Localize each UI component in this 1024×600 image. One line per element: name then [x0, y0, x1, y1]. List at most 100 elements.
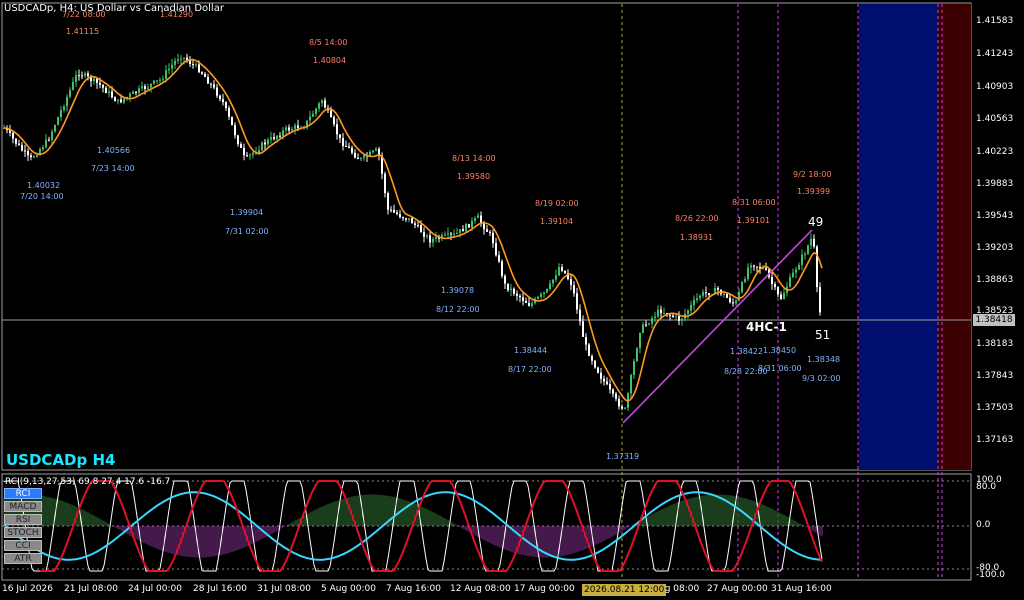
- high-date-label: 9/2 18:00: [793, 170, 832, 179]
- candle-body: [249, 154, 251, 156]
- high-price-label: 1.39104: [540, 217, 574, 226]
- candle-body: [549, 283, 551, 289]
- candle-body: [465, 223, 467, 232]
- candle-body: [705, 292, 707, 294]
- time-axis-label: 17 Aug 00:00: [514, 584, 575, 594]
- candle-body: [687, 310, 689, 314]
- candle-body: [183, 57, 185, 59]
- candle-body: [816, 246, 818, 288]
- candle-body: [663, 313, 665, 315]
- candle-body: [402, 217, 404, 219]
- stoch-button[interactable]: STOCH: [4, 527, 42, 538]
- candle-body: [309, 116, 311, 121]
- candle-body: [732, 302, 734, 304]
- candle-body: [453, 233, 455, 235]
- cci-button[interactable]: CCI: [4, 540, 42, 551]
- candle-body: [258, 150, 260, 153]
- candle-body: [36, 155, 38, 157]
- candle-body: [471, 220, 473, 228]
- low-price-label: 1.37319: [606, 452, 640, 461]
- candle-body: [702, 292, 704, 296]
- candle-body: [390, 209, 392, 211]
- candle-body: [207, 76, 209, 84]
- candle-body: [339, 134, 341, 139]
- candle-body: [594, 360, 596, 368]
- candle-body: [417, 224, 419, 226]
- candle-body: [225, 102, 227, 108]
- candle-body: [144, 86, 146, 89]
- candle-body: [495, 243, 497, 256]
- candle-body: [330, 110, 332, 118]
- candle-body: [156, 80, 158, 82]
- candle-body: [192, 64, 194, 66]
- candle-body: [780, 294, 782, 299]
- candle-body: [12, 132, 14, 139]
- candle-body: [237, 135, 239, 145]
- rci-button[interactable]: RCI: [4, 488, 42, 499]
- candle-body: [375, 148, 377, 151]
- candle-body: [576, 293, 578, 310]
- candle-body: [558, 267, 560, 276]
- chart-canvas[interactable]: [0, 0, 1024, 600]
- candle-body: [33, 156, 35, 158]
- indicator-axis-label: 0.0: [976, 520, 991, 530]
- low-date-label: 8/31 06:00: [758, 364, 802, 373]
- indicator-button-group: RCI MACD RSI STOCH CCI ATR: [4, 488, 42, 566]
- candle-body: [543, 292, 545, 294]
- candle-body: [42, 147, 44, 150]
- wave-label: 4HC-1: [746, 320, 787, 334]
- candle-body: [384, 173, 386, 194]
- candle-body: [387, 193, 389, 210]
- candle-body: [246, 155, 248, 157]
- price-axis-label: 1.40223: [976, 147, 1014, 157]
- candle-body: [408, 218, 410, 220]
- atr-button[interactable]: ATR: [4, 553, 42, 564]
- candle-body: [153, 80, 155, 84]
- price-axis-label: 1.40563: [976, 114, 1014, 124]
- candle-body: [240, 144, 242, 148]
- candle-body: [204, 73, 206, 77]
- candle-body: [777, 287, 779, 295]
- candle-body: [120, 99, 122, 103]
- candle-body: [537, 296, 539, 299]
- candle-body: [528, 302, 530, 306]
- high-price-label: 1.41115: [66, 27, 100, 36]
- candle-body: [252, 152, 254, 155]
- low-date-label: 8/12 22:00: [436, 305, 480, 314]
- candle-body: [813, 238, 815, 247]
- candle-body: [525, 300, 527, 303]
- candle-body: [696, 298, 698, 301]
- candle-body: [273, 137, 275, 139]
- rsi-button[interactable]: RSI: [4, 514, 42, 525]
- candle-body: [21, 144, 23, 151]
- candle-body: [516, 293, 518, 296]
- candle-body: [747, 267, 749, 280]
- candle-body: [735, 300, 737, 304]
- candle-body: [678, 315, 680, 321]
- candle-body: [510, 288, 512, 291]
- low-date-label: 7/23 14:00: [91, 164, 135, 173]
- price-axis-label: 1.40903: [976, 82, 1014, 92]
- candle-body: [708, 293, 710, 296]
- candle-body: [699, 295, 701, 299]
- candle-body: [792, 272, 794, 278]
- candle-body: [231, 116, 233, 126]
- candle-body: [318, 103, 320, 109]
- candle-body: [726, 294, 728, 298]
- high-price-label: 1.39101: [737, 216, 771, 225]
- candle-body: [771, 277, 773, 285]
- candle-body: [333, 117, 335, 125]
- candle-body: [498, 255, 500, 262]
- candle-body: [582, 321, 584, 338]
- macd-button[interactable]: MACD: [4, 501, 42, 512]
- low-price-label: 1.40566: [97, 146, 131, 155]
- chart-window[interactable]: USDCADp, H4: US Dollar vs Canadian Dolla…: [0, 0, 1024, 600]
- candle-body: [468, 223, 470, 228]
- price-axis-label: 1.38183: [976, 339, 1014, 349]
- candle-body: [150, 83, 152, 88]
- main-chart-frame: [1, 2, 972, 471]
- candle-body: [738, 292, 740, 301]
- candle-body: [504, 275, 506, 284]
- candle-body: [723, 294, 725, 296]
- candle-body: [444, 234, 446, 236]
